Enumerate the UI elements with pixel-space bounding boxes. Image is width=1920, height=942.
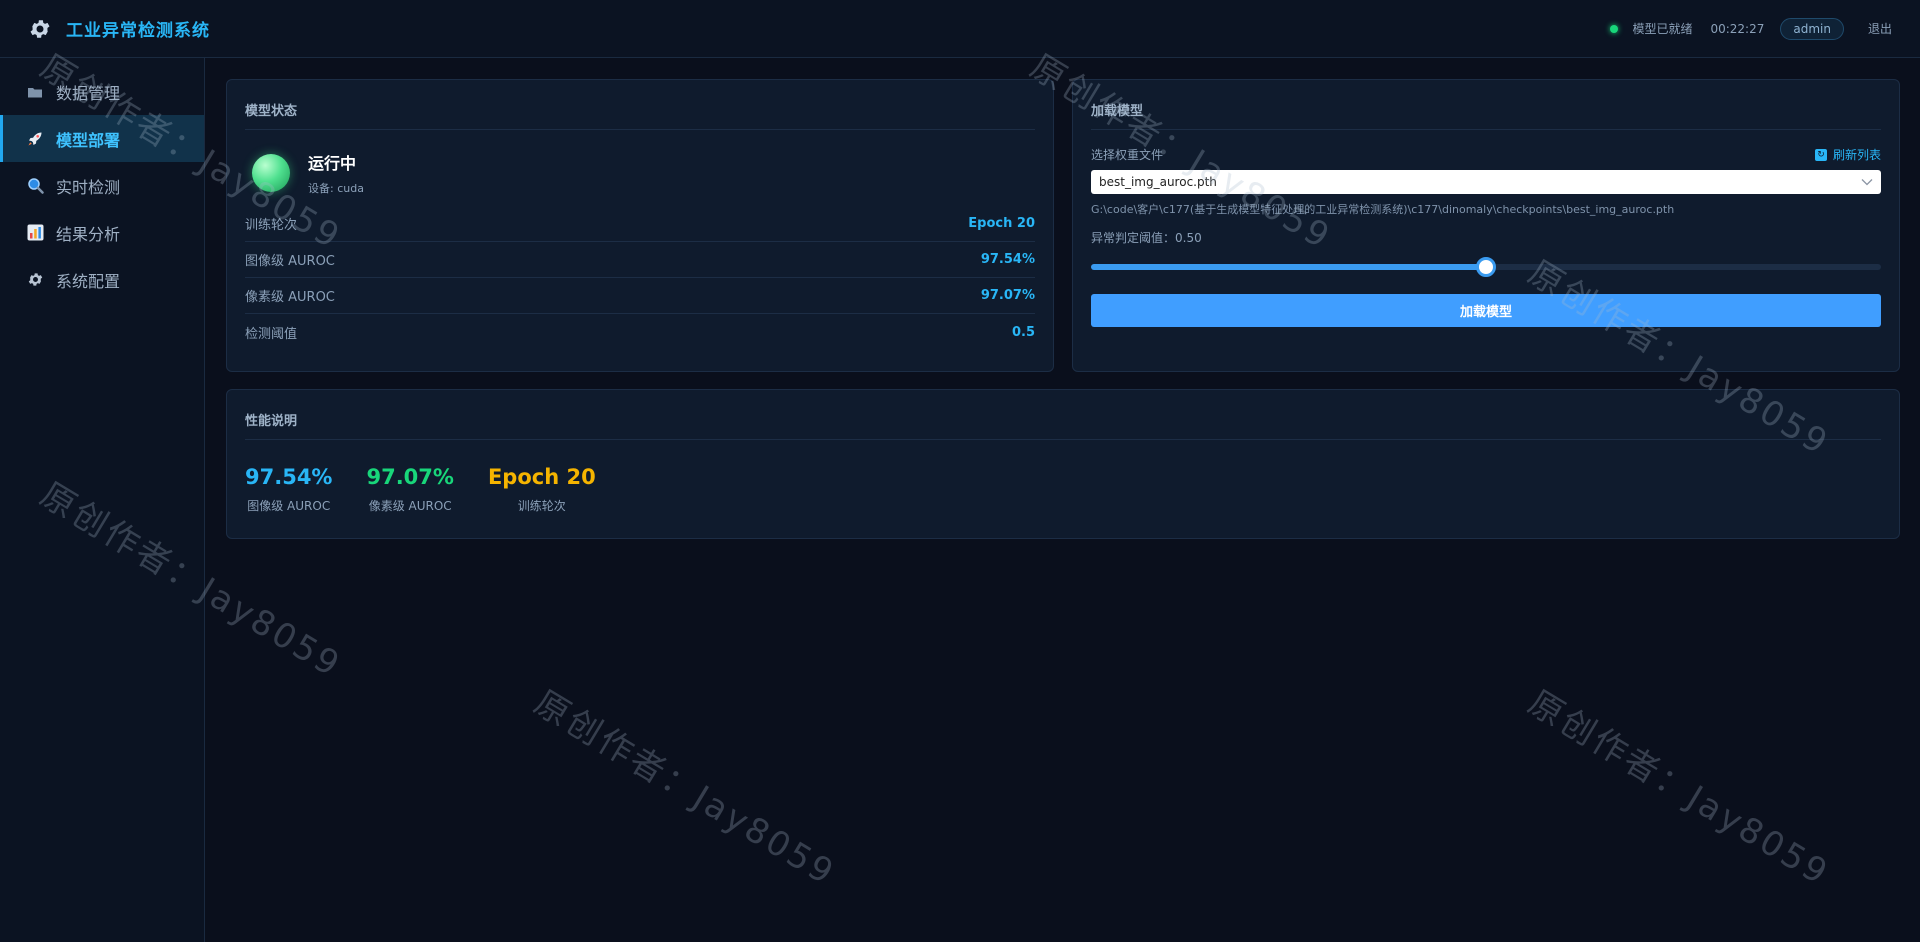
app-header: 工业异常检测系统 模型已就绪 00:22:27 admin 退出: [0, 0, 1920, 58]
refresh-list-button[interactable]: ↻ 刷新列表: [1814, 146, 1881, 163]
stat-item: 97.54% 图像级 AUROC: [245, 465, 332, 514]
metric-row: 检测阈值 0.5: [245, 314, 1035, 350]
slider-fill: [1091, 264, 1486, 270]
slider-thumb[interactable]: [1476, 257, 1496, 277]
refresh-label: 刷新列表: [1832, 148, 1881, 162]
logout-button[interactable]: 退出: [1868, 20, 1892, 37]
clock: 00:22:27: [1710, 21, 1765, 36]
stat-value: 97.07%: [366, 465, 454, 489]
stat-item: 97.07% 像素级 AUROC: [366, 465, 453, 514]
magnifier-icon: [26, 177, 44, 195]
watermark: 原创作者：Jay8059: [527, 682, 843, 895]
sidebar-item-result-analysis[interactable]: 结果分析: [0, 209, 204, 256]
chevron-down-icon: [1861, 179, 1873, 186]
select-label: 选择权重文件: [1091, 148, 1164, 162]
model-status-text: 模型已就绪: [1632, 22, 1693, 36]
gear-icon: [30, 19, 50, 38]
sidebar-item-label: 系统配置: [56, 271, 121, 291]
running-state: 运行中: [308, 154, 357, 173]
stat-value: Epoch 20: [487, 465, 596, 489]
user-badge[interactable]: admin: [1780, 17, 1844, 40]
load-model-card: 加载模型 选择权重文件 ↻ 刷新列表 best_img_auroc.pth G:…: [1072, 79, 1900, 372]
metric-row: 训练轮次 Epoch 20: [245, 206, 1035, 242]
sidebar-item-label: 模型部署: [56, 130, 121, 150]
card-title: 加载模型: [1091, 80, 1881, 130]
sidebar-item-label: 数据管理: [56, 83, 121, 103]
selected-file: best_img_auroc.pth: [1099, 175, 1217, 189]
status-dot-icon: [1610, 24, 1619, 33]
gear-icon: [26, 271, 44, 289]
header-status-area: 模型已就绪 00:22:27 admin 退出: [1610, 17, 1892, 40]
brand: 工业异常检测系统: [28, 16, 210, 41]
stat-label: 图像级 AUROC: [247, 499, 331, 513]
folder-icon: [26, 83, 44, 101]
sidebar: 数据管理 模型部署 实时检测 结果分析 系统配置: [0, 58, 205, 942]
metric-label: 图像级 AUROC: [245, 254, 335, 269]
model-status-card: 模型状态 运行中 设备: cuda 训练轮次 Epoch 20 图像级 AURO…: [226, 79, 1054, 372]
refresh-icon: ↻: [1814, 148, 1827, 161]
stat-label: 训练轮次: [517, 499, 566, 513]
metric-label: 像素级 AUROC: [245, 290, 335, 305]
load-model-button[interactable]: 加载模型: [1091, 294, 1881, 327]
weights-path: G:\code\客户\c177(基于生成模型特征处理的工业异常检测系统)\c17…: [1091, 203, 1675, 216]
sidebar-item-system-config[interactable]: 系统配置: [0, 256, 204, 303]
threshold-label: 异常判定阈值：0.50: [1091, 231, 1202, 245]
sidebar-item-label: 结果分析: [56, 224, 121, 244]
metric-row: 像素级 AUROC 97.07%: [245, 278, 1035, 314]
metric-row: 图像级 AUROC 97.54%: [245, 242, 1035, 278]
app-title: 工业异常检测系统: [66, 21, 210, 41]
card-title: 模型状态: [245, 80, 1035, 130]
sidebar-item-data-management[interactable]: 数据管理: [0, 68, 204, 115]
performance-stats: 97.54% 图像级 AUROC 97.07% 像素级 AUROC Epoch …: [245, 465, 1899, 514]
sidebar-item-realtime-detection[interactable]: 实时检测: [0, 162, 204, 209]
sidebar-item-model-deploy[interactable]: 模型部署: [0, 115, 204, 162]
metric-label: 训练轮次: [245, 218, 298, 233]
metric-value: Epoch 20: [968, 216, 1035, 231]
metric-list: 训练轮次 Epoch 20 图像级 AUROC 97.54% 像素级 AUROC…: [245, 206, 1035, 350]
metric-value: 97.07%: [980, 288, 1035, 303]
weights-select[interactable]: best_img_auroc.pth: [1091, 170, 1881, 194]
metric-value: 97.54%: [980, 252, 1035, 267]
bar-chart-icon: [26, 224, 44, 242]
stat-value: 97.54%: [245, 465, 333, 489]
sidebar-item-label: 实时检测: [56, 177, 121, 197]
rocket-icon: [26, 130, 44, 148]
stat-label: 像素级 AUROC: [368, 499, 452, 513]
weights-row: 选择权重文件 ↻ 刷新列表: [1091, 146, 1881, 163]
device-label: 设备: cuda: [308, 182, 364, 195]
threshold-slider[interactable]: [1091, 257, 1881, 277]
running-status: 运行中 设备: cuda: [252, 150, 1053, 196]
watermark: 原创作者：Jay8059: [1521, 682, 1837, 895]
stat-item: Epoch 20 训练轮次: [488, 465, 596, 514]
card-title: 性能说明: [245, 390, 1881, 440]
status-orb-icon: [252, 154, 290, 192]
performance-card: 性能说明 97.54% 图像级 AUROC 97.07% 像素级 AUROC E…: [226, 389, 1900, 539]
metric-label: 检测阈值: [245, 326, 298, 342]
metric-value: 0.5: [1011, 324, 1035, 340]
